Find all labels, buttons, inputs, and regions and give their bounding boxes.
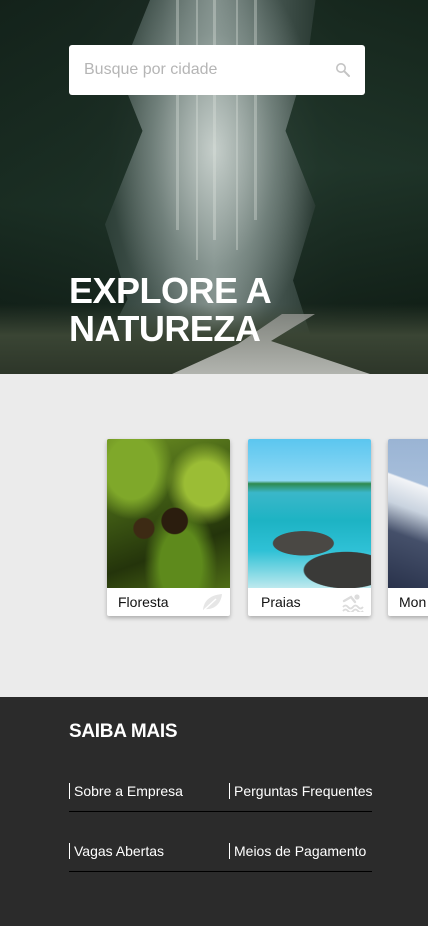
footer-link-pagamento[interactable]: Meios de Pagamento [229, 843, 366, 859]
search-bar[interactable] [69, 45, 365, 95]
forest-image [107, 439, 230, 588]
footer-title: SAIBA MAIS [69, 721, 178, 742]
hero-title-line-2: NATUREZA [69, 308, 261, 349]
category-card-floresta[interactable]: Floresta [107, 439, 230, 616]
category-carousel[interactable]: Floresta Praias Mon [0, 374, 428, 697]
tree-trunk [176, 0, 179, 230]
category-label: Mon [399, 594, 427, 610]
search-icon[interactable] [335, 62, 351, 78]
footer-link-perguntas[interactable]: Perguntas Frequentes [229, 783, 373, 799]
hero-title: EXPLORE A NATUREZA [69, 272, 369, 348]
swimmer-icon [342, 594, 364, 612]
beach-image [248, 439, 371, 588]
tree-trunk [236, 0, 238, 250]
mountain-image [388, 439, 428, 588]
footer-link-sobre[interactable]: Sobre a Empresa [69, 783, 183, 799]
search-input[interactable] [84, 61, 335, 79]
footer-link-vagas[interactable]: Vagas Abertas [69, 843, 164, 859]
tree-trunk [254, 0, 257, 220]
category-card-praias[interactable]: Praias [248, 439, 371, 616]
hero-banner: EXPLORE A NATUREZA [0, 0, 428, 374]
hero-title-line-1: EXPLORE A [69, 270, 272, 311]
card-footer: Mon [388, 588, 428, 616]
tree-trunk [213, 0, 216, 240]
tree-trunk [196, 0, 198, 260]
leaf-icon [203, 594, 222, 611]
footer: SAIBA MAIS Sobre a Empresa Perguntas Fre… [0, 697, 428, 926]
category-label: Praias [261, 594, 301, 610]
card-footer: Floresta [107, 588, 230, 616]
category-card-montanhas[interactable]: Mon [388, 439, 428, 616]
category-label: Floresta [118, 594, 169, 610]
footer-divider [69, 811, 372, 812]
card-footer: Praias [248, 588, 371, 616]
footer-divider [69, 871, 372, 872]
